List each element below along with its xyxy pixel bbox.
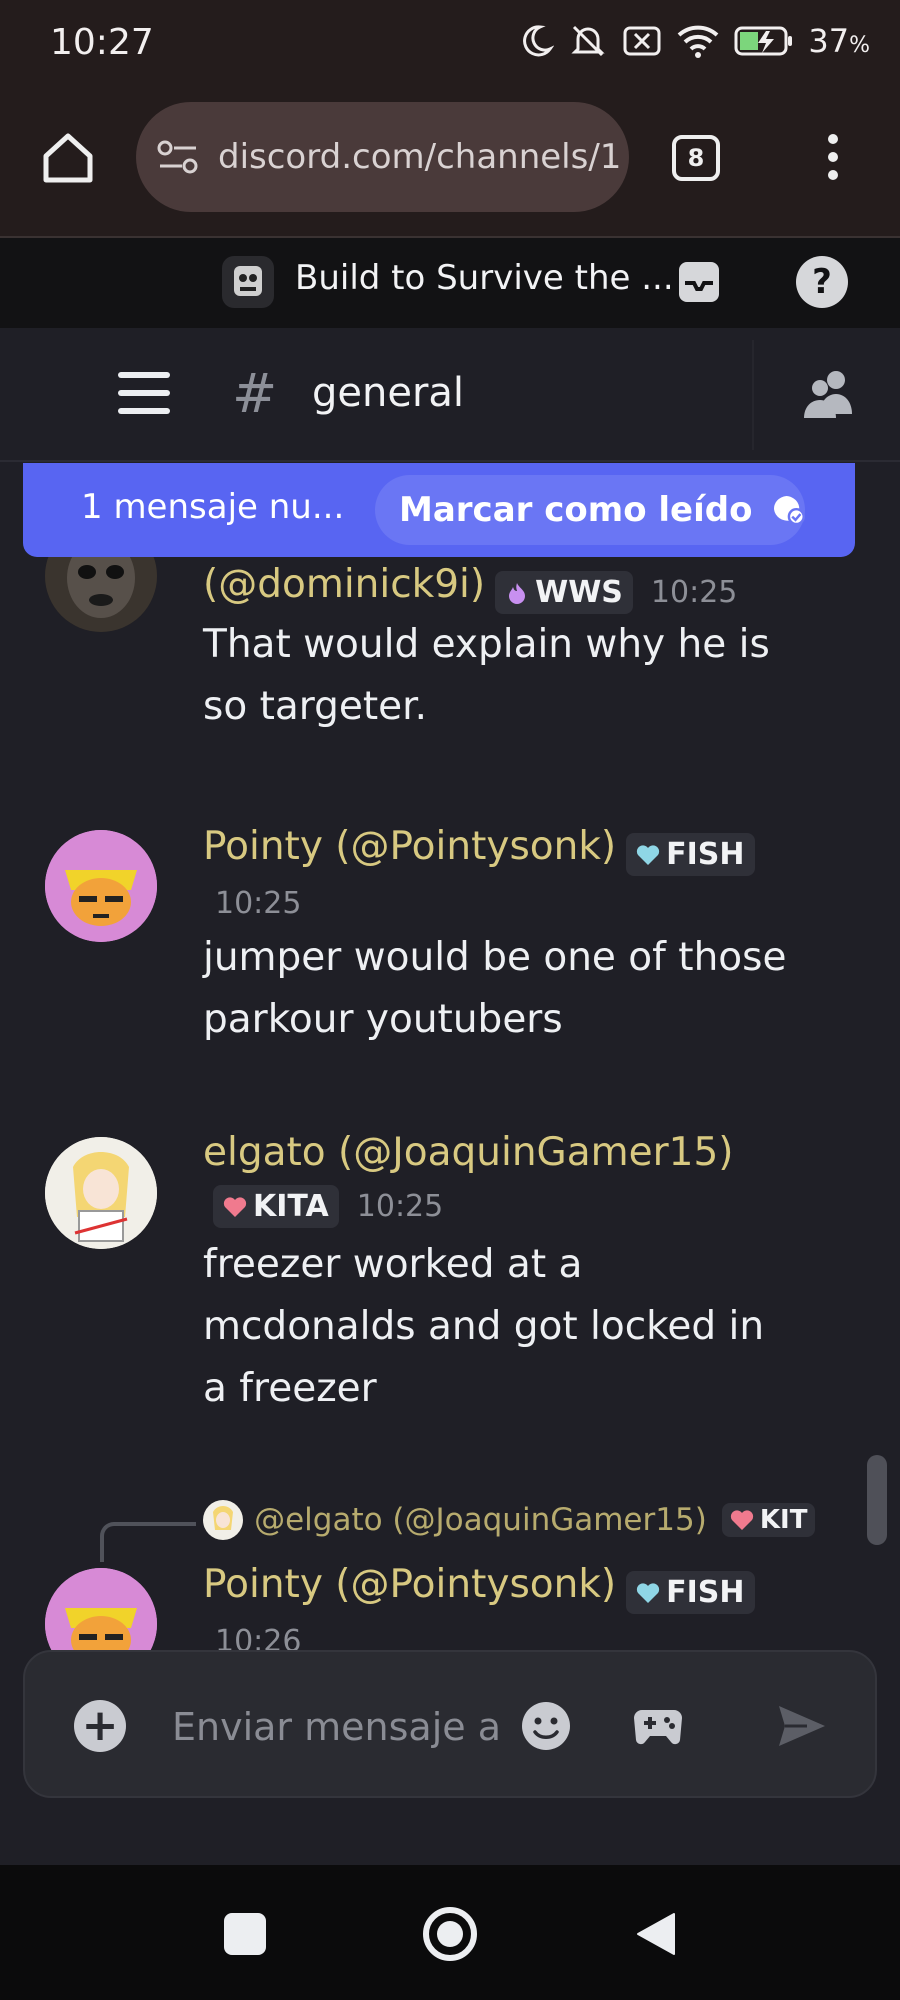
hash-icon: # [232, 362, 278, 425]
message-text-line: jumper would be one of those [203, 935, 787, 980]
new-messages-banner[interactable]: 1 mensaje nu... Marcar como leído [23, 463, 855, 557]
avatar[interactable] [45, 1137, 157, 1249]
message-text-line: a freezer [203, 1366, 377, 1411]
server-name[interactable]: Build to Survive the ... [295, 258, 674, 298]
username[interactable]: Pointy (@Pointysonk) [203, 1562, 616, 1607]
send-icon[interactable] [775, 1702, 829, 1750]
recents-icon[interactable] [224, 1913, 266, 1955]
timestamp: 10:25 [356, 1189, 444, 1224]
channel-name[interactable]: general [312, 370, 464, 416]
role-tag-label: KITA [253, 1189, 329, 1224]
divider [752, 340, 754, 450]
battery-unit: % [849, 33, 870, 58]
avatar[interactable] [45, 830, 157, 942]
new-messages-count[interactable]: 1 mensaje nu... [81, 487, 344, 527]
reply-preview[interactable]: @elgato (@JoaquinGamer15) KIT [203, 1500, 883, 1540]
sim-off-icon [623, 26, 661, 56]
flame-icon [509, 582, 526, 604]
role-tag: FISH [626, 833, 755, 876]
reply-username[interactable]: @elgato (@JoaquinGamer15) [254, 1502, 707, 1538]
server-icon[interactable] [222, 256, 274, 308]
inbox-icon[interactable] [676, 259, 722, 305]
battery-icon [734, 26, 793, 56]
moon-icon [523, 25, 555, 57]
url-bar[interactable]: discord.com/channels/1 [136, 102, 629, 212]
role-tag-label: FISH [666, 837, 745, 872]
tab-switcher-button[interactable]: 8 [672, 135, 720, 181]
menu-dots-icon[interactable] [815, 132, 851, 182]
message-text-line: so targeter. [203, 684, 428, 729]
username[interactable]: elgato (@JoaquinGamer15) [203, 1130, 734, 1175]
message[interactable]: dominick9i (@dominick9i)WWS10:25 That wo… [203, 540, 823, 738]
heart-icon [223, 1196, 247, 1217]
role-tag-label: KIT [759, 1505, 808, 1535]
message[interactable]: Pointy (@Pointysonk) FISH 10:25 jumper wo… [203, 824, 823, 1051]
heart-icon [637, 844, 660, 865]
reply-role-tag: KIT [721, 1503, 816, 1537]
mark-read-button[interactable]: Marcar como leído [375, 475, 805, 545]
status-icons: 37% [518, 22, 870, 60]
scrollbar-thumb[interactable] [867, 1455, 887, 1545]
username[interactable]: (@dominick9i) [203, 562, 485, 607]
message-list[interactable]: dominick9i (@dominick9i)WWS10:25 That wo… [0, 540, 900, 1650]
heart-icon [730, 1510, 753, 1530]
timestamp: 10:25 [215, 886, 302, 921]
role-tag-label: FISH [666, 1575, 745, 1610]
mark-read-icon [774, 496, 805, 526]
role-tag-label: WWS [535, 575, 623, 610]
site-settings-icon[interactable] [156, 139, 200, 175]
message-text-line: That would explain why he is [203, 622, 770, 667]
add-icon[interactable]: + [74, 1700, 126, 1752]
wifi-icon [678, 25, 719, 58]
mute-icon [571, 25, 605, 57]
emoji-icon[interactable] [520, 1700, 572, 1752]
role-tag: FISH [626, 1571, 755, 1614]
reply-spine [100, 1522, 196, 1562]
role-tag: KITA [213, 1185, 339, 1228]
message[interactable]: elgato (@JoaquinGamer15) KITA 10:25 freez… [203, 1130, 823, 1420]
message-input[interactable] [170, 1698, 504, 1756]
battery-level: 37 [808, 22, 850, 60]
status-time: 10:27 [50, 22, 154, 63]
message-text-line: parkour youtubers [203, 997, 563, 1042]
role-tag: WWS [495, 571, 633, 614]
home-icon[interactable] [40, 130, 96, 186]
heart-icon [637, 1582, 660, 1603]
mark-read-label: Marcar como leído [399, 490, 753, 530]
home-circle-icon[interactable] [422, 1906, 478, 1962]
message[interactable]: Pointy (@Pointysonk) FISH 10:26 [203, 1562, 823, 1650]
url-text: discord.com/channels/1 [218, 137, 622, 177]
username[interactable]: Pointy (@Pointysonk) [203, 824, 616, 869]
timestamp: 10:25 [650, 575, 738, 610]
hamburger-icon[interactable] [118, 372, 170, 414]
message-text-line: freezer worked at a [203, 1242, 583, 1287]
timestamp: 10:26 [215, 1624, 302, 1650]
gamepad-icon[interactable] [632, 1704, 684, 1748]
help-icon[interactable]: ? [796, 256, 848, 308]
members-icon[interactable] [800, 368, 858, 420]
reply-avatar [203, 1500, 243, 1540]
back-icon[interactable] [634, 1910, 678, 1958]
message-text-line: mcdonalds and got locked in [203, 1304, 765, 1349]
avatar[interactable] [45, 1568, 157, 1650]
